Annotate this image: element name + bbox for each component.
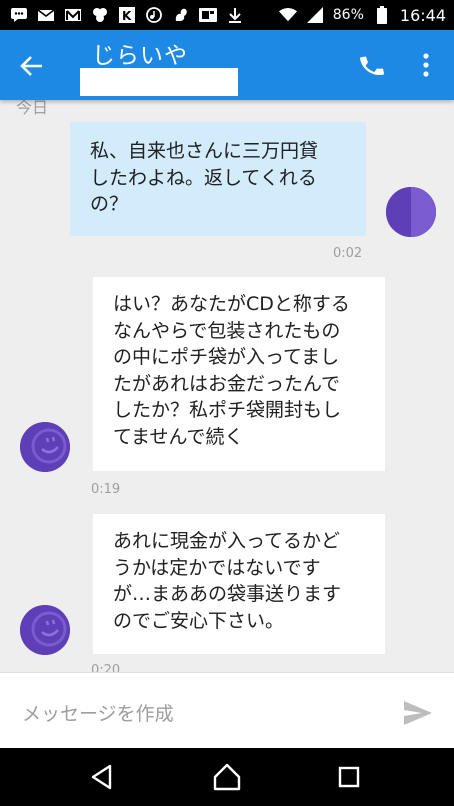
nav-home-button[interactable] [212,762,242,792]
cluster-icon [91,7,109,23]
message-line: したか？私ポチ袋開封もし [113,399,342,421]
incoming-message-bubble[interactable]: あれに現金が入ってるかど うかは定かではないです が…まああの袋事送ります ので… [93,514,385,654]
self-avatar[interactable] [386,187,436,237]
squirrel-icon [172,7,190,23]
message-line: なんやらで包装されたもの [113,319,341,342]
contact-avatar[interactable] [20,605,70,655]
nav-home-icon [213,763,241,791]
phone-icon [360,56,384,76]
message-icon [10,7,28,23]
more-vert-icon [423,53,429,77]
message-line: たがあれはお金だったんで [113,372,341,395]
message-timestamp: 0:02 [333,246,363,261]
date-divider: 今日 [16,100,49,117]
arrow-left-icon [20,56,42,76]
battery-percent: 86% [332,7,364,23]
more-options-button[interactable] [414,50,438,80]
card-icon [199,7,217,23]
compose-bar: メッセージを作成 [0,672,454,748]
send-button[interactable] [402,699,434,727]
back-button[interactable] [18,52,46,80]
smiley-icon [20,605,70,655]
message-line: うかは定かではないです [113,556,321,579]
incoming-message-bubble[interactable]: はい？あなたがCDと称する なんやらで包装されたもの の中にポチ袋が入ってまし … [93,277,385,471]
outgoing-message-bubble[interactable]: 私、自来也さんに三万円貸 したわよね。返してくれる の？ [70,122,366,236]
message-timestamp: 0:20 [91,663,121,672]
message-line: あれに現金が入ってるかど [113,530,341,552]
contact-avatar[interactable] [20,422,70,472]
status-bar: K 86% 16:44 [0,0,454,30]
nav-back-icon [91,764,112,790]
download-icon [226,7,244,23]
status-time: 16:44 [399,5,446,25]
message-line: が…まああの袋事送ります [113,583,342,605]
wifi-icon [278,7,297,23]
message-line: はい？あなたがCDと称する [113,293,350,315]
message-line: のでご安心下さい。 [113,609,285,632]
conversation-title: じらいや [92,43,188,69]
gmail-icon [64,7,82,23]
app-bar: じらいや [0,30,454,100]
mail-icon [37,7,55,23]
nav-back-button[interactable] [88,762,118,792]
k-app-icon: K [118,7,136,23]
battery-icon [373,6,391,24]
nav-recents-button[interactable] [334,762,364,792]
nav-recents-icon [338,766,360,788]
message-line: したわよね。返してくれる [90,166,317,189]
message-line: の中にポチ袋が入ってまし [113,346,340,368]
avatar-icon [386,187,436,237]
navigation-bar [0,748,454,806]
message-input[interactable]: メッセージを作成 [22,699,174,726]
redacted-subtitle [80,68,238,96]
send-icon [404,701,432,725]
signal-icon [306,7,324,23]
message-line: の？ [90,193,129,215]
music-icon [145,7,163,23]
message-timestamp: 0:19 [91,482,121,497]
message-line: 私、自来也さんに三万円貸 [90,140,319,162]
call-button[interactable] [358,52,386,80]
smiley-icon [20,422,70,472]
svg-text:K: K [122,9,132,23]
message-line: てませんで続く [113,425,244,448]
message-list[interactable]: 今日 私、自来也さんに三万円貸 したわよね。返してくれる の？ 0:02 はい？… [0,100,454,672]
